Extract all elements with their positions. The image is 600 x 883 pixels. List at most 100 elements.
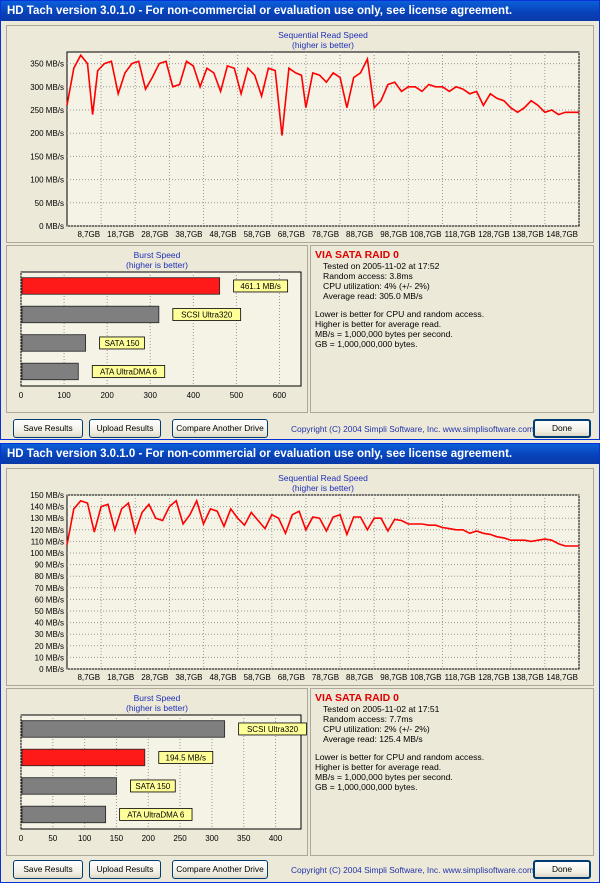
cpu-utilization: CPU utilization: 4% (+/- 2%) xyxy=(323,281,430,291)
x-tick-label: 28,7GB xyxy=(141,230,168,239)
chart-title: Burst Speed xyxy=(134,693,181,703)
x-tick-label: 250 xyxy=(173,834,187,843)
x-tick-label: 78,7GB xyxy=(312,673,339,682)
x-tick-label: 98,7GB xyxy=(380,230,407,239)
x-tick-label: 88,7GB xyxy=(346,230,373,239)
chart-title: Sequential Read Speed xyxy=(278,30,368,40)
plot-area xyxy=(66,494,580,670)
x-tick-label: 300 xyxy=(144,391,158,400)
save-results-button[interactable]: Save Results xyxy=(13,419,83,438)
chart-subtitle: (higher is better) xyxy=(292,40,354,50)
average-read: Average read: 305.0 MB/s xyxy=(323,291,423,301)
save-results-button[interactable]: Save Results xyxy=(13,860,83,879)
chart-subtitle: (higher is better) xyxy=(126,260,188,270)
burst-bar xyxy=(21,777,117,795)
hdtach-window-2: HD Tach version 3.0.1.0 - For non-commer… xyxy=(0,443,600,883)
burst-speed-panel: Burst Speed (higher is better) 0 100 200 300 4… xyxy=(6,245,308,413)
y-tick-label: 0 MB/s xyxy=(39,222,64,231)
bar-label: 194.5 MB/s xyxy=(166,753,206,762)
note-gb: GB = 1,000,000,000 bytes. xyxy=(315,782,418,792)
x-tick-label: 58,7GB xyxy=(244,230,271,239)
y-tick-label: 0 MB/s xyxy=(39,665,64,674)
x-tick-label: 68,7GB xyxy=(278,673,305,682)
title-bar[interactable]: HD Tach version 3.0.1.0 - For non-commer… xyxy=(1,1,599,21)
results-info-panel: VIA SATA RAID 0 Tested on 2005-11-02 at … xyxy=(310,688,594,856)
x-tick-label: 300 xyxy=(205,834,219,843)
copyright-text: Copyright (C) 2004 Simpli Software, Inc.… xyxy=(291,424,534,434)
y-tick-label: 350 MB/s xyxy=(30,60,64,69)
copyright-text: Copyright (C) 2004 Simpli Software, Inc.… xyxy=(291,865,534,875)
x-tick-label: 0 xyxy=(19,834,24,843)
x-tick-label: 8,7GB xyxy=(77,673,100,682)
x-tick-label: 350 xyxy=(237,834,251,843)
bar-label: ATA UltraDMA 6 xyxy=(127,810,185,819)
note-gb: GB = 1,000,000,000 bytes. xyxy=(315,339,418,349)
x-tick-label: 128,7GB xyxy=(478,673,510,682)
x-tick-label: 48,7GB xyxy=(210,673,237,682)
x-tick-label: 108,7GB xyxy=(410,230,442,239)
sequential-read-chart: Sequential Read Speed(higher is better) 1… xyxy=(30,473,580,682)
y-tick-label: 90 MB/s xyxy=(35,561,64,570)
bar-label: SATA 150 xyxy=(135,782,170,791)
average-read: Average read: 125.4 MB/s xyxy=(323,734,423,744)
x-tick-label: 600 xyxy=(273,391,287,400)
y-tick-label: 40 MB/s xyxy=(35,619,64,628)
bar-label: SCSI Ultra320 xyxy=(181,310,233,319)
y-tick-label: 150 MB/s xyxy=(30,491,64,500)
x-tick-label: 400 xyxy=(269,834,283,843)
x-tick-label: 38,7GB xyxy=(175,230,202,239)
x-tick-label: 138,7GB xyxy=(512,230,544,239)
x-tick-label: 118,7GB xyxy=(445,230,476,239)
x-tick-label: 148,7GB xyxy=(546,230,578,239)
random-access: Random access: 7.7ms xyxy=(323,714,413,724)
y-tick-label: 250 MB/s xyxy=(30,106,64,115)
compare-drive-button[interactable]: Compare Another Drive xyxy=(172,860,268,879)
y-tick-label: 10 MB/s xyxy=(35,653,64,662)
random-access: Random access: 3.8ms xyxy=(323,271,413,281)
y-tick-label: 50 MB/s xyxy=(35,199,64,208)
sequential-read-panel: Sequential Read Speed (higher is better) 3… xyxy=(6,25,594,243)
burst-bar xyxy=(21,748,146,767)
x-tick-label: 200 xyxy=(100,391,114,400)
note-higher: Higher is better for average read. xyxy=(315,319,442,329)
burst-bar xyxy=(21,805,107,824)
y-tick-label: 20 MB/s xyxy=(35,642,64,651)
done-button[interactable]: Done xyxy=(533,419,591,438)
sequential-read-chart: Sequential Read Speed(higher is better) 3… xyxy=(30,30,580,239)
bar-label: ATA UltraDMA 6 xyxy=(100,367,158,376)
x-tick-label: 108,7GB xyxy=(410,673,442,682)
x-tick-label: 78,7GB xyxy=(312,230,339,239)
x-tick-label: 150 xyxy=(110,834,124,843)
burst-speed-chart: Burst Speed(higher is better) 0 100 200 300 4… xyxy=(19,250,302,400)
tested-date: Tested on 2005-11-02 at 17:52 xyxy=(323,261,440,271)
x-tick-label: 48,7GB xyxy=(210,230,237,239)
burst-speed-chart: Burst Speed(higher is better) 0 50 100 150 20… xyxy=(19,693,307,843)
results-info: VIA SATA RAID 0 Tested on 2005-11-02 at … xyxy=(315,249,484,349)
y-tick-label: 30 MB/s xyxy=(35,630,64,639)
x-tick-label: 400 xyxy=(187,391,201,400)
title-bar[interactable]: HD Tach version 3.0.1.0 - For non-commer… xyxy=(1,444,599,464)
x-tick-label: 98,7GB xyxy=(380,673,407,682)
upload-results-button[interactable]: Upload Results xyxy=(89,860,161,879)
y-tick-label: 140 MB/s xyxy=(30,503,64,512)
x-tick-label: 18,7GB xyxy=(107,230,134,239)
x-tick-label: 58,7GB xyxy=(244,673,271,682)
y-tick-label: 200 MB/s xyxy=(30,129,64,138)
y-tick-label: 110 MB/s xyxy=(31,537,64,546)
chart-subtitle: (higher is better) xyxy=(292,483,354,493)
x-tick-label: 118,7GB xyxy=(445,673,476,682)
y-tick-label: 100 MB/s xyxy=(30,176,64,185)
compare-drive-button[interactable]: Compare Another Drive xyxy=(172,419,268,438)
note-mbs: MB/s = 1,000,000 bytes per second. xyxy=(315,772,453,782)
upload-results-button[interactable]: Upload Results xyxy=(89,419,161,438)
x-tick-label: 28,7GB xyxy=(141,673,168,682)
x-tick-label: 8,7GB xyxy=(77,230,100,239)
note-higher: Higher is better for average read. xyxy=(315,762,442,772)
done-button[interactable]: Done xyxy=(533,860,591,879)
x-tick-label: 68,7GB xyxy=(278,230,305,239)
x-tick-label: 0 xyxy=(19,391,24,400)
drive-name: VIA SATA RAID 0 xyxy=(315,692,400,704)
y-tick-label: 300 MB/s xyxy=(30,83,64,92)
tested-date: Tested on 2005-11-02 at 17:51 xyxy=(323,704,440,714)
x-tick-label: 88,7GB xyxy=(346,673,373,682)
